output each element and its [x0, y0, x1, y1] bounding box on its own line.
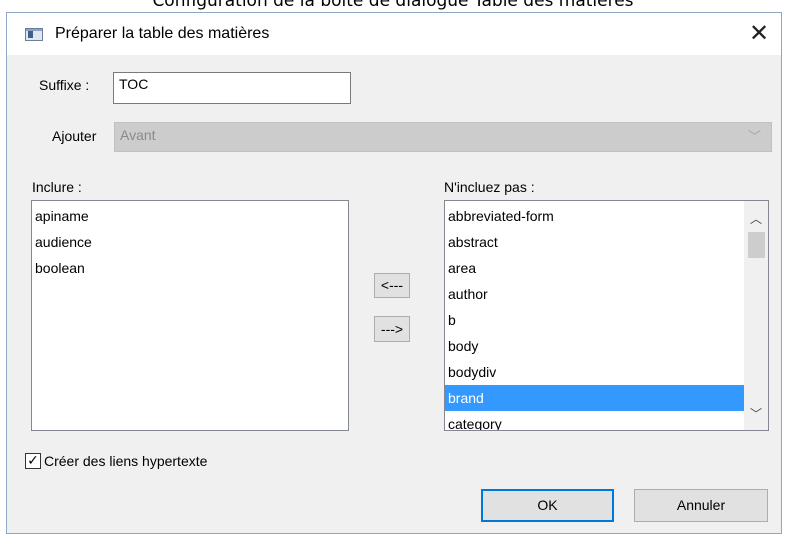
- exclude-list-item[interactable]: b: [445, 307, 744, 333]
- toc-dialog: Préparer la table des matières ✕ Suffixe…: [6, 12, 782, 534]
- scroll-thumb[interactable]: [748, 232, 765, 258]
- hyperlinks-label[interactable]: Créer des liens hypertexte: [44, 453, 207, 469]
- move-right-button[interactable]: --->: [374, 316, 410, 342]
- exclude-list-item[interactable]: brand: [445, 385, 744, 411]
- include-list-item[interactable]: audience: [32, 229, 348, 255]
- include-label: Inclure :: [32, 179, 82, 195]
- exclude-list-item[interactable]: area: [445, 255, 744, 281]
- exclude-label: N'incluez pas :: [444, 179, 535, 195]
- cancel-button[interactable]: Annuler: [634, 489, 768, 522]
- position-value: Avant: [120, 127, 156, 143]
- close-button[interactable]: ✕: [737, 13, 781, 55]
- include-list-item[interactable]: apiname: [32, 203, 348, 229]
- exclude-list[interactable]: abbreviated-form abstract area author b body b…: [444, 200, 769, 431]
- title-bar: Préparer la table des matières ✕: [7, 13, 781, 55]
- position-label: Ajouter: [52, 128, 97, 144]
- move-left-button[interactable]: <---: [374, 273, 410, 298]
- include-list-item[interactable]: boolean: [32, 255, 348, 281]
- suffix-value: TOC: [119, 76, 149, 92]
- include-list[interactable]: apiname audience boolean: [31, 200, 349, 431]
- dialog-title: Préparer la table des matières: [55, 25, 270, 42]
- close-icon: ✕: [748, 19, 770, 47]
- exclude-list-item[interactable]: author: [445, 281, 744, 307]
- suffix-input[interactable]: TOC: [113, 72, 351, 104]
- exclude-list-item[interactable]: bodydiv: [445, 359, 744, 385]
- exclude-list-item[interactable]: category: [445, 411, 744, 430]
- scroll-up-icon[interactable]: ︿: [744, 210, 768, 228]
- exclude-scrollbar[interactable]: ︿ ﹀: [744, 201, 768, 430]
- exclude-list-item[interactable]: body: [445, 333, 744, 359]
- exclude-list-item[interactable]: abbreviated-form: [445, 203, 744, 229]
- scroll-down-icon[interactable]: ﹀: [744, 405, 768, 423]
- figure-caption: Configuration de la boîte de dialogue Ta…: [152, 0, 634, 11]
- exclude-list-item[interactable]: abstract: [445, 229, 744, 255]
- suffix-label: Suffixe :: [39, 77, 90, 93]
- ok-button[interactable]: OK: [481, 489, 614, 522]
- checkmark-icon: ✓: [27, 453, 39, 469]
- hyperlinks-checkbox[interactable]: ✓: [25, 453, 41, 469]
- window-icon: [25, 28, 43, 41]
- chevron-down-icon: ﹀: [747, 130, 761, 145]
- position-select[interactable]: Avant ﹀: [114, 122, 772, 152]
